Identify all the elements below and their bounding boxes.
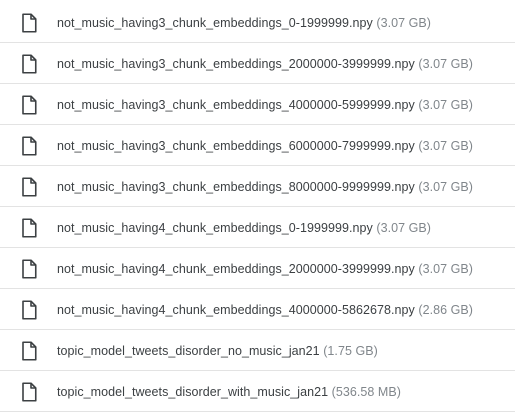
file-list-item[interactable]: not_music_having4_chunk_embeddings_0-199…	[0, 207, 515, 248]
file-entry-text: not_music_having4_chunk_embeddings_0-199…	[57, 221, 431, 235]
file-icon	[21, 135, 37, 156]
file-icon	[21, 12, 37, 33]
file-entry-text: topic_model_tweets_disorder_no_music_jan…	[57, 344, 378, 358]
file-icon	[21, 217, 37, 238]
file-icon	[21, 381, 37, 402]
file-list: not_music_having3_chunk_embeddings_0-199…	[0, 0, 515, 412]
file-icon	[21, 299, 37, 320]
file-icon	[21, 176, 37, 197]
file-name[interactable]: not_music_having4_chunk_embeddings_40000…	[57, 303, 415, 317]
file-name[interactable]: not_music_having3_chunk_embeddings_0-199…	[57, 16, 373, 30]
file-name[interactable]: not_music_having3_chunk_embeddings_60000…	[57, 139, 415, 153]
file-name[interactable]: not_music_having4_chunk_embeddings_0-199…	[57, 221, 373, 235]
file-size: (3.07 GB)	[418, 138, 474, 153]
file-name[interactable]: topic_model_tweets_disorder_with_music_j…	[57, 385, 328, 399]
file-size: (3.07 GB)	[418, 179, 474, 194]
file-size: (2.86 GB)	[418, 302, 474, 317]
file-list-item[interactable]: not_music_having4_chunk_embeddings_40000…	[0, 289, 515, 330]
file-list-item[interactable]: topic_model_tweets_disorder_no_music_jan…	[0, 330, 515, 371]
file-list-item[interactable]: not_music_having3_chunk_embeddings_80000…	[0, 166, 515, 207]
file-entry-text: not_music_having4_chunk_embeddings_20000…	[57, 262, 473, 276]
file-size: (3.07 GB)	[418, 261, 474, 276]
file-entry-text: not_music_having3_chunk_embeddings_60000…	[57, 139, 473, 153]
file-name[interactable]: not_music_having3_chunk_embeddings_80000…	[57, 180, 415, 194]
file-size: (3.07 GB)	[418, 97, 474, 112]
file-entry-text: not_music_having4_chunk_embeddings_40000…	[57, 303, 473, 317]
file-name[interactable]: not_music_having3_chunk_embeddings_20000…	[57, 57, 415, 71]
file-list-item[interactable]: topic_model_tweets_disorder_with_music_j…	[0, 371, 515, 412]
file-name[interactable]: topic_model_tweets_disorder_no_music_jan…	[57, 344, 320, 358]
file-size: (536.58 MB)	[331, 384, 401, 399]
file-size: (3.07 GB)	[418, 56, 474, 71]
file-entry-text: topic_model_tweets_disorder_with_music_j…	[57, 385, 401, 399]
file-list-item[interactable]: not_music_having3_chunk_embeddings_0-199…	[0, 2, 515, 43]
file-entry-text: not_music_having3_chunk_embeddings_80000…	[57, 180, 473, 194]
file-icon	[21, 53, 37, 74]
file-icon	[21, 94, 37, 115]
file-entry-text: not_music_having3_chunk_embeddings_20000…	[57, 57, 473, 71]
file-list-item[interactable]: not_music_having3_chunk_embeddings_20000…	[0, 43, 515, 84]
file-icon	[21, 258, 37, 279]
file-size: (3.07 GB)	[376, 15, 431, 30]
file-list-item[interactable]: not_music_having3_chunk_embeddings_40000…	[0, 84, 515, 125]
file-icon	[21, 340, 37, 361]
file-list-item[interactable]: not_music_having3_chunk_embeddings_60000…	[0, 125, 515, 166]
file-entry-text: not_music_having3_chunk_embeddings_40000…	[57, 98, 473, 112]
file-size: (3.07 GB)	[376, 220, 431, 235]
file-name[interactable]: not_music_having3_chunk_embeddings_40000…	[57, 98, 415, 112]
file-name[interactable]: not_music_having4_chunk_embeddings_20000…	[57, 262, 415, 276]
file-list-item[interactable]: not_music_having4_chunk_embeddings_20000…	[0, 248, 515, 289]
file-entry-text: not_music_having3_chunk_embeddings_0-199…	[57, 16, 431, 30]
file-size: (1.75 GB)	[323, 343, 378, 358]
